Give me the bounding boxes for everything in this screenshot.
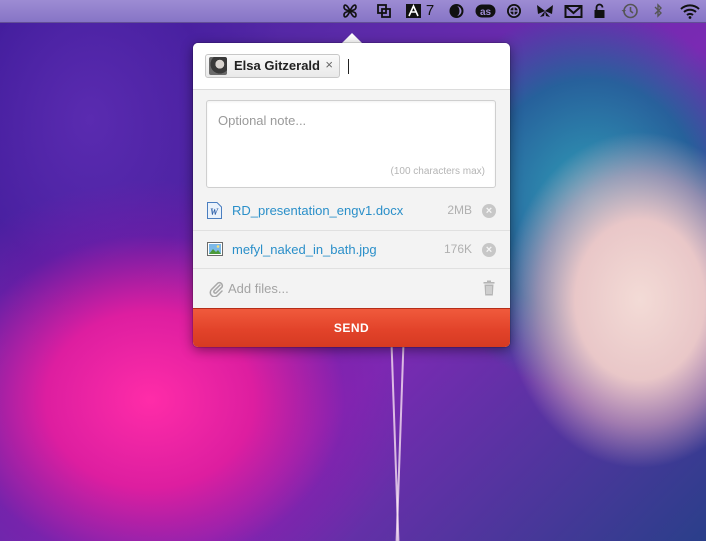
image-file-icon bbox=[207, 241, 223, 258]
send-button[interactable]: SEND bbox=[193, 308, 510, 347]
note-limit-hint: (100 characters max) bbox=[390, 166, 485, 177]
trash-icon[interactable] bbox=[483, 280, 495, 301]
half-moon-icon[interactable] bbox=[448, 2, 466, 20]
recipient-name: Elsa Gitzerald bbox=[234, 58, 320, 73]
file-size: 2MB bbox=[447, 203, 472, 217]
wifi-icon[interactable] bbox=[679, 2, 701, 20]
svg-text:as: as bbox=[480, 7, 492, 18]
adobe-badge: 7 bbox=[425, 2, 435, 19]
add-files-label[interactable]: Add files... bbox=[228, 281, 289, 296]
file-name[interactable]: mefyl_naked_in_bath.jpg bbox=[232, 242, 377, 257]
word-document-icon: W bbox=[207, 202, 222, 219]
paperclip-icon bbox=[208, 280, 224, 302]
add-files-row[interactable]: Add files... bbox=[193, 268, 510, 307]
remove-file-button[interactable]: × bbox=[482, 243, 496, 257]
file-size: 176K bbox=[443, 242, 472, 256]
recipient-field[interactable]: Elsa Gitzerald × bbox=[193, 43, 510, 90]
remove-recipient-button[interactable]: × bbox=[325, 57, 333, 72]
avatar bbox=[209, 57, 227, 75]
mail-icon[interactable] bbox=[564, 2, 583, 20]
note-placeholder: Optional note... bbox=[218, 113, 307, 128]
file-row[interactable]: mefyl_naked_in_bath.jpg 176K × bbox=[193, 230, 510, 268]
file-name[interactable]: RD_presentation_engv1.docx bbox=[232, 203, 403, 218]
adobe-icon[interactable] bbox=[405, 2, 423, 20]
lock-icon[interactable] bbox=[593, 2, 607, 20]
screenshot-icon[interactable] bbox=[376, 2, 394, 20]
svg-text:W: W bbox=[210, 207, 219, 217]
note-textarea[interactable]: Optional note... (100 characters max) bbox=[206, 100, 496, 188]
remove-file-button[interactable]: × bbox=[482, 204, 496, 218]
file-row[interactable]: W RD_presentation_engv1.docx 2MB × bbox=[193, 192, 510, 230]
bluetooth-icon[interactable] bbox=[653, 2, 665, 20]
share-popover: Elsa Gitzerald × Optional note... (100 c… bbox=[193, 43, 510, 347]
globe-icon[interactable] bbox=[505, 2, 523, 20]
butterfly-icon[interactable] bbox=[535, 2, 555, 20]
recipient-chip[interactable]: Elsa Gitzerald × bbox=[205, 54, 340, 78]
lastfm-icon[interactable]: as bbox=[475, 2, 497, 20]
earphone-cable bbox=[393, 345, 403, 541]
text-caret bbox=[348, 59, 349, 74]
menu-bar: 7 as bbox=[0, 0, 706, 23]
time-machine-icon[interactable] bbox=[620, 2, 640, 20]
propeller-icon[interactable] bbox=[341, 2, 361, 20]
